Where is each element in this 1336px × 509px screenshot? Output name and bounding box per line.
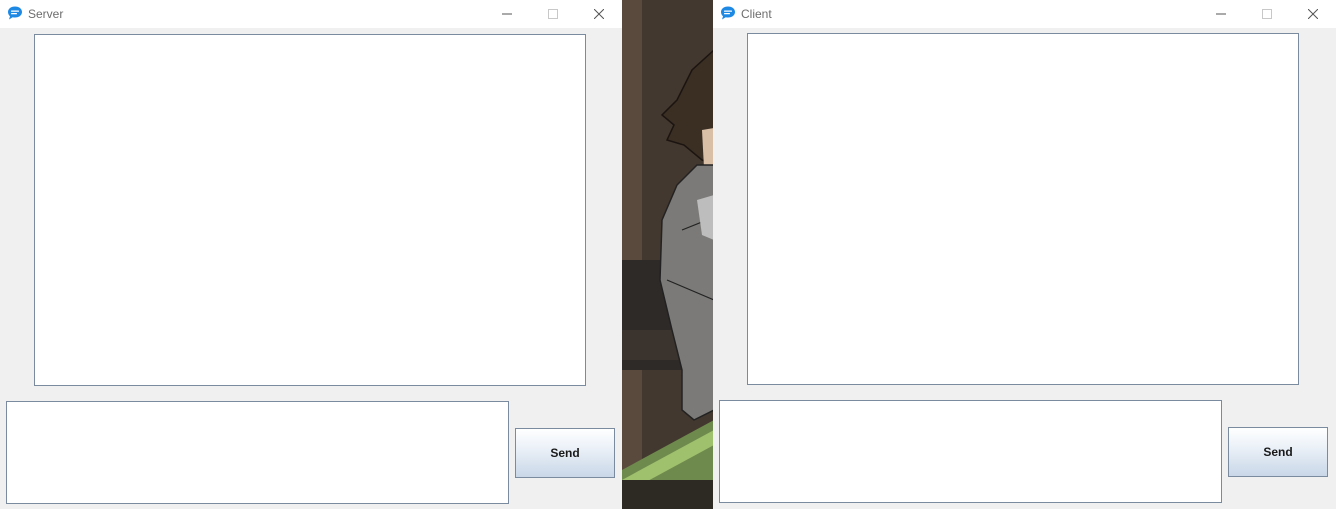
maximize-icon <box>1262 9 1272 19</box>
message-input[interactable] <box>6 401 509 504</box>
message-input[interactable] <box>719 400 1222 503</box>
title-bar[interactable]: Client <box>713 0 1336 28</box>
maximize-button[interactable] <box>1244 0 1290 28</box>
close-icon <box>1308 9 1318 19</box>
title-bar[interactable]: Server <box>0 0 622 28</box>
window-title: Client <box>741 7 772 21</box>
close-icon <box>594 9 604 19</box>
client-window: Client Send <box>713 0 1336 509</box>
chat-bubble-icon <box>7 5 23 21</box>
server-window: Server Send <box>0 0 622 509</box>
chat-bubble-icon <box>720 5 736 21</box>
close-button[interactable] <box>576 0 622 28</box>
minimize-button[interactable] <box>1198 0 1244 28</box>
minimize-icon <box>1216 13 1226 15</box>
desktop-wallpaper <box>622 0 714 509</box>
send-button[interactable]: Send <box>1228 427 1328 477</box>
maximize-icon <box>548 9 558 19</box>
chat-log-area[interactable] <box>34 34 586 386</box>
maximize-button[interactable] <box>530 0 576 28</box>
send-button[interactable]: Send <box>515 428 615 478</box>
chat-log-area[interactable] <box>747 33 1299 385</box>
wallpaper-anime-figure <box>622 0 714 509</box>
window-title: Server <box>28 7 64 21</box>
minimize-button[interactable] <box>484 0 530 28</box>
close-button[interactable] <box>1290 0 1336 28</box>
minimize-icon <box>502 13 512 15</box>
